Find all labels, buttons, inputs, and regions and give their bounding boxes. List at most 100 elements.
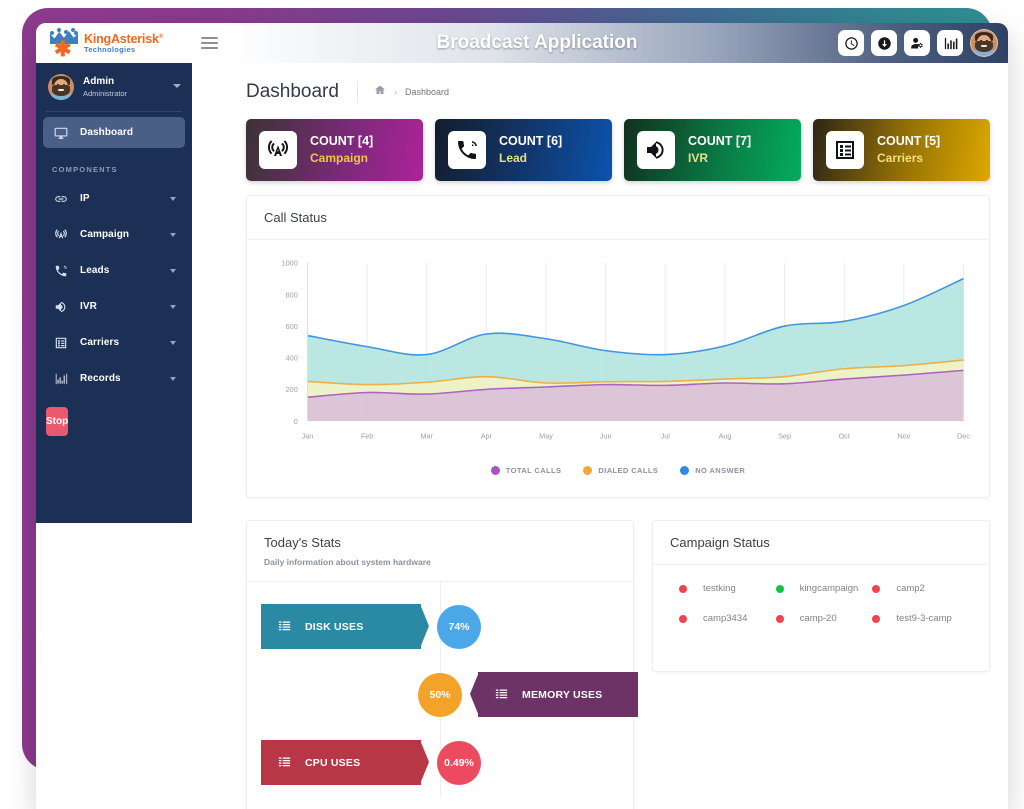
stat-value: 50% xyxy=(418,672,462,717)
sidebar-item-ivr[interactable]: IVR xyxy=(43,291,185,322)
status-badge xyxy=(872,614,881,623)
sidebar: Admin Administrator Dashboard COMPONENTS… xyxy=(36,63,192,523)
sidebar-item-label: Records xyxy=(80,373,121,384)
list-icon xyxy=(52,334,69,351)
stop-button[interactable]: Stop xyxy=(46,407,69,436)
card-label: Lead xyxy=(499,151,528,166)
clock-icon[interactable] xyxy=(838,30,864,56)
sidebar-item-campaign[interactable]: Campaign xyxy=(43,219,185,250)
sidebar-item-records[interactable]: Records xyxy=(43,363,185,394)
stat-disk-uses[interactable]: DISK USES 74% xyxy=(261,604,481,649)
chevron-down-icon xyxy=(170,304,176,309)
call-status-header: Call Status xyxy=(247,196,989,240)
svg-text:Nov: Nov xyxy=(897,431,910,440)
home-icon[interactable] xyxy=(374,83,386,101)
count-card-lead[interactable]: COUNT [6] Lead xyxy=(435,119,612,181)
chevron-down-icon xyxy=(170,268,176,273)
antenna-icon xyxy=(52,226,69,243)
sidebar-item-ip[interactable]: IP xyxy=(43,183,185,214)
lower-row: Today's Stats Daily information about sy… xyxy=(192,498,1008,809)
phone-icon xyxy=(52,262,69,279)
sidebar-item-label: Dashboard xyxy=(80,127,134,138)
phone-icon xyxy=(448,131,486,169)
legend-item[interactable]: NO ANSWER xyxy=(680,466,745,475)
panel-title: Call Status xyxy=(264,210,327,225)
campaign-status-item[interactable]: testking xyxy=(679,583,776,594)
todays-stats-panel: Today's Stats Daily information about sy… xyxy=(246,520,638,809)
svg-text:Sep: Sep xyxy=(778,431,791,440)
sidebar-item-label: IP xyxy=(80,193,90,204)
card-label: Campaign xyxy=(310,151,369,166)
card-count: COUNT [5] xyxy=(877,134,941,149)
svg-text:May: May xyxy=(539,431,553,440)
card-label: Carriers xyxy=(877,151,924,166)
sidebar-divider xyxy=(46,111,182,112)
svg-text:Apr: Apr xyxy=(481,431,493,440)
header-divider xyxy=(356,81,358,103)
status-badge xyxy=(775,584,784,593)
svg-text:1000: 1000 xyxy=(282,259,298,268)
count-card-campaign[interactable]: COUNT [4] Campaign xyxy=(246,119,423,181)
count-card-carriers[interactable]: COUNT [5] Carriers xyxy=(813,119,990,181)
sidebar-item-dashboard[interactable]: Dashboard xyxy=(43,117,185,148)
chevron-down-icon[interactable] xyxy=(173,84,181,88)
brand-name: KingAsterisk xyxy=(84,32,159,46)
stat-value: 0.49% xyxy=(437,740,481,785)
top-bar: ✱ KingAsterisk® Technologies Broadcast A… xyxy=(36,23,1008,63)
panel-subtitle: Daily information about system hardware xyxy=(264,557,431,567)
area-chart-svg[interactable]: 0 200 400 600 800 1000 Jan Feb Mar Apr May Jun Jul Au… xyxy=(257,252,979,457)
stat-cpu-uses[interactable]: CPU USES 0.49% xyxy=(261,740,481,785)
stat-label: MEMORY USES xyxy=(522,688,603,701)
status-badge xyxy=(679,614,687,623)
antenna-icon xyxy=(259,131,297,169)
registered-mark: ® xyxy=(158,33,163,40)
stat-label: DISK USES xyxy=(305,620,364,633)
sidebar-item-carriers[interactable]: Carriers xyxy=(43,327,185,358)
hamburger-line xyxy=(200,37,218,39)
chart-icon xyxy=(52,370,69,387)
campaign-status-item[interactable]: test9-3-camp xyxy=(872,613,969,624)
sidebar-user-box[interactable]: Admin Administrator xyxy=(36,63,192,111)
call-status-chart: 0 200 400 600 800 1000 Jan Feb Mar Apr May Jun Jul Au… xyxy=(247,240,989,497)
legend-label: NO ANSWER xyxy=(695,466,746,475)
campaign-status-panel: Campaign Status testking kingcampaign camp… xyxy=(652,520,990,672)
link-icon xyxy=(52,190,69,207)
count-cards: COUNT [4] Campaign COUNT [6] Lead COUNT … xyxy=(192,103,1008,181)
chevron-down-icon xyxy=(170,196,176,201)
stat-label: CPU USES xyxy=(305,756,361,769)
brand-logo[interactable]: ✱ KingAsterisk® Technologies xyxy=(36,23,192,63)
campaign-name: camp2 xyxy=(896,583,925,594)
campaign-status-item[interactable]: camp-20 xyxy=(775,613,873,624)
application-window: ✱ KingAsterisk® Technologies Broadcast A… xyxy=(36,23,1008,809)
campaign-name: test9-3-camp xyxy=(896,613,952,624)
card-label: IVR xyxy=(688,151,709,166)
sidebar-item-leads[interactable]: Leads xyxy=(43,255,185,286)
svg-text:Mar: Mar xyxy=(420,431,433,440)
card-count: COUNT [7] xyxy=(688,134,752,149)
svg-text:Jul: Jul xyxy=(661,431,671,440)
sidebar-user-name: Admin xyxy=(83,76,115,88)
legend-item[interactable]: DIALED CALLS xyxy=(583,466,658,475)
avatar[interactable] xyxy=(970,29,998,57)
list-icon xyxy=(278,757,291,767)
status-badge xyxy=(775,614,784,623)
count-card-ivr[interactable]: COUNT [7] IVR xyxy=(624,119,801,181)
user-settings-icon[interactable] xyxy=(904,30,930,56)
campaign-status-item[interactable]: camp3434 xyxy=(679,613,776,624)
card-count: COUNT [6] xyxy=(499,134,563,149)
title-bar: Broadcast Application xyxy=(226,23,1008,63)
sidebar-item-label: Campaign xyxy=(80,229,130,240)
list-icon xyxy=(495,689,508,699)
campaign-name: kingcampaign xyxy=(799,583,859,594)
bar-chart-icon[interactable] xyxy=(937,30,963,56)
stat-memory-uses[interactable]: 50% MEMORY USES xyxy=(418,672,638,717)
campaign-name: testking xyxy=(703,583,736,594)
campaign-status-item[interactable]: camp2 xyxy=(872,583,969,594)
page-header: Dashboard › Dashboard xyxy=(192,63,1008,103)
download-circle-icon[interactable] xyxy=(871,30,897,56)
campaign-status-item[interactable]: kingcampaign xyxy=(775,583,873,594)
legend-item[interactable]: TOTAL CALLS xyxy=(490,466,562,475)
menu-toggle-button[interactable] xyxy=(192,23,226,63)
list-icon xyxy=(278,621,291,631)
svg-text:Dec: Dec xyxy=(957,431,970,440)
